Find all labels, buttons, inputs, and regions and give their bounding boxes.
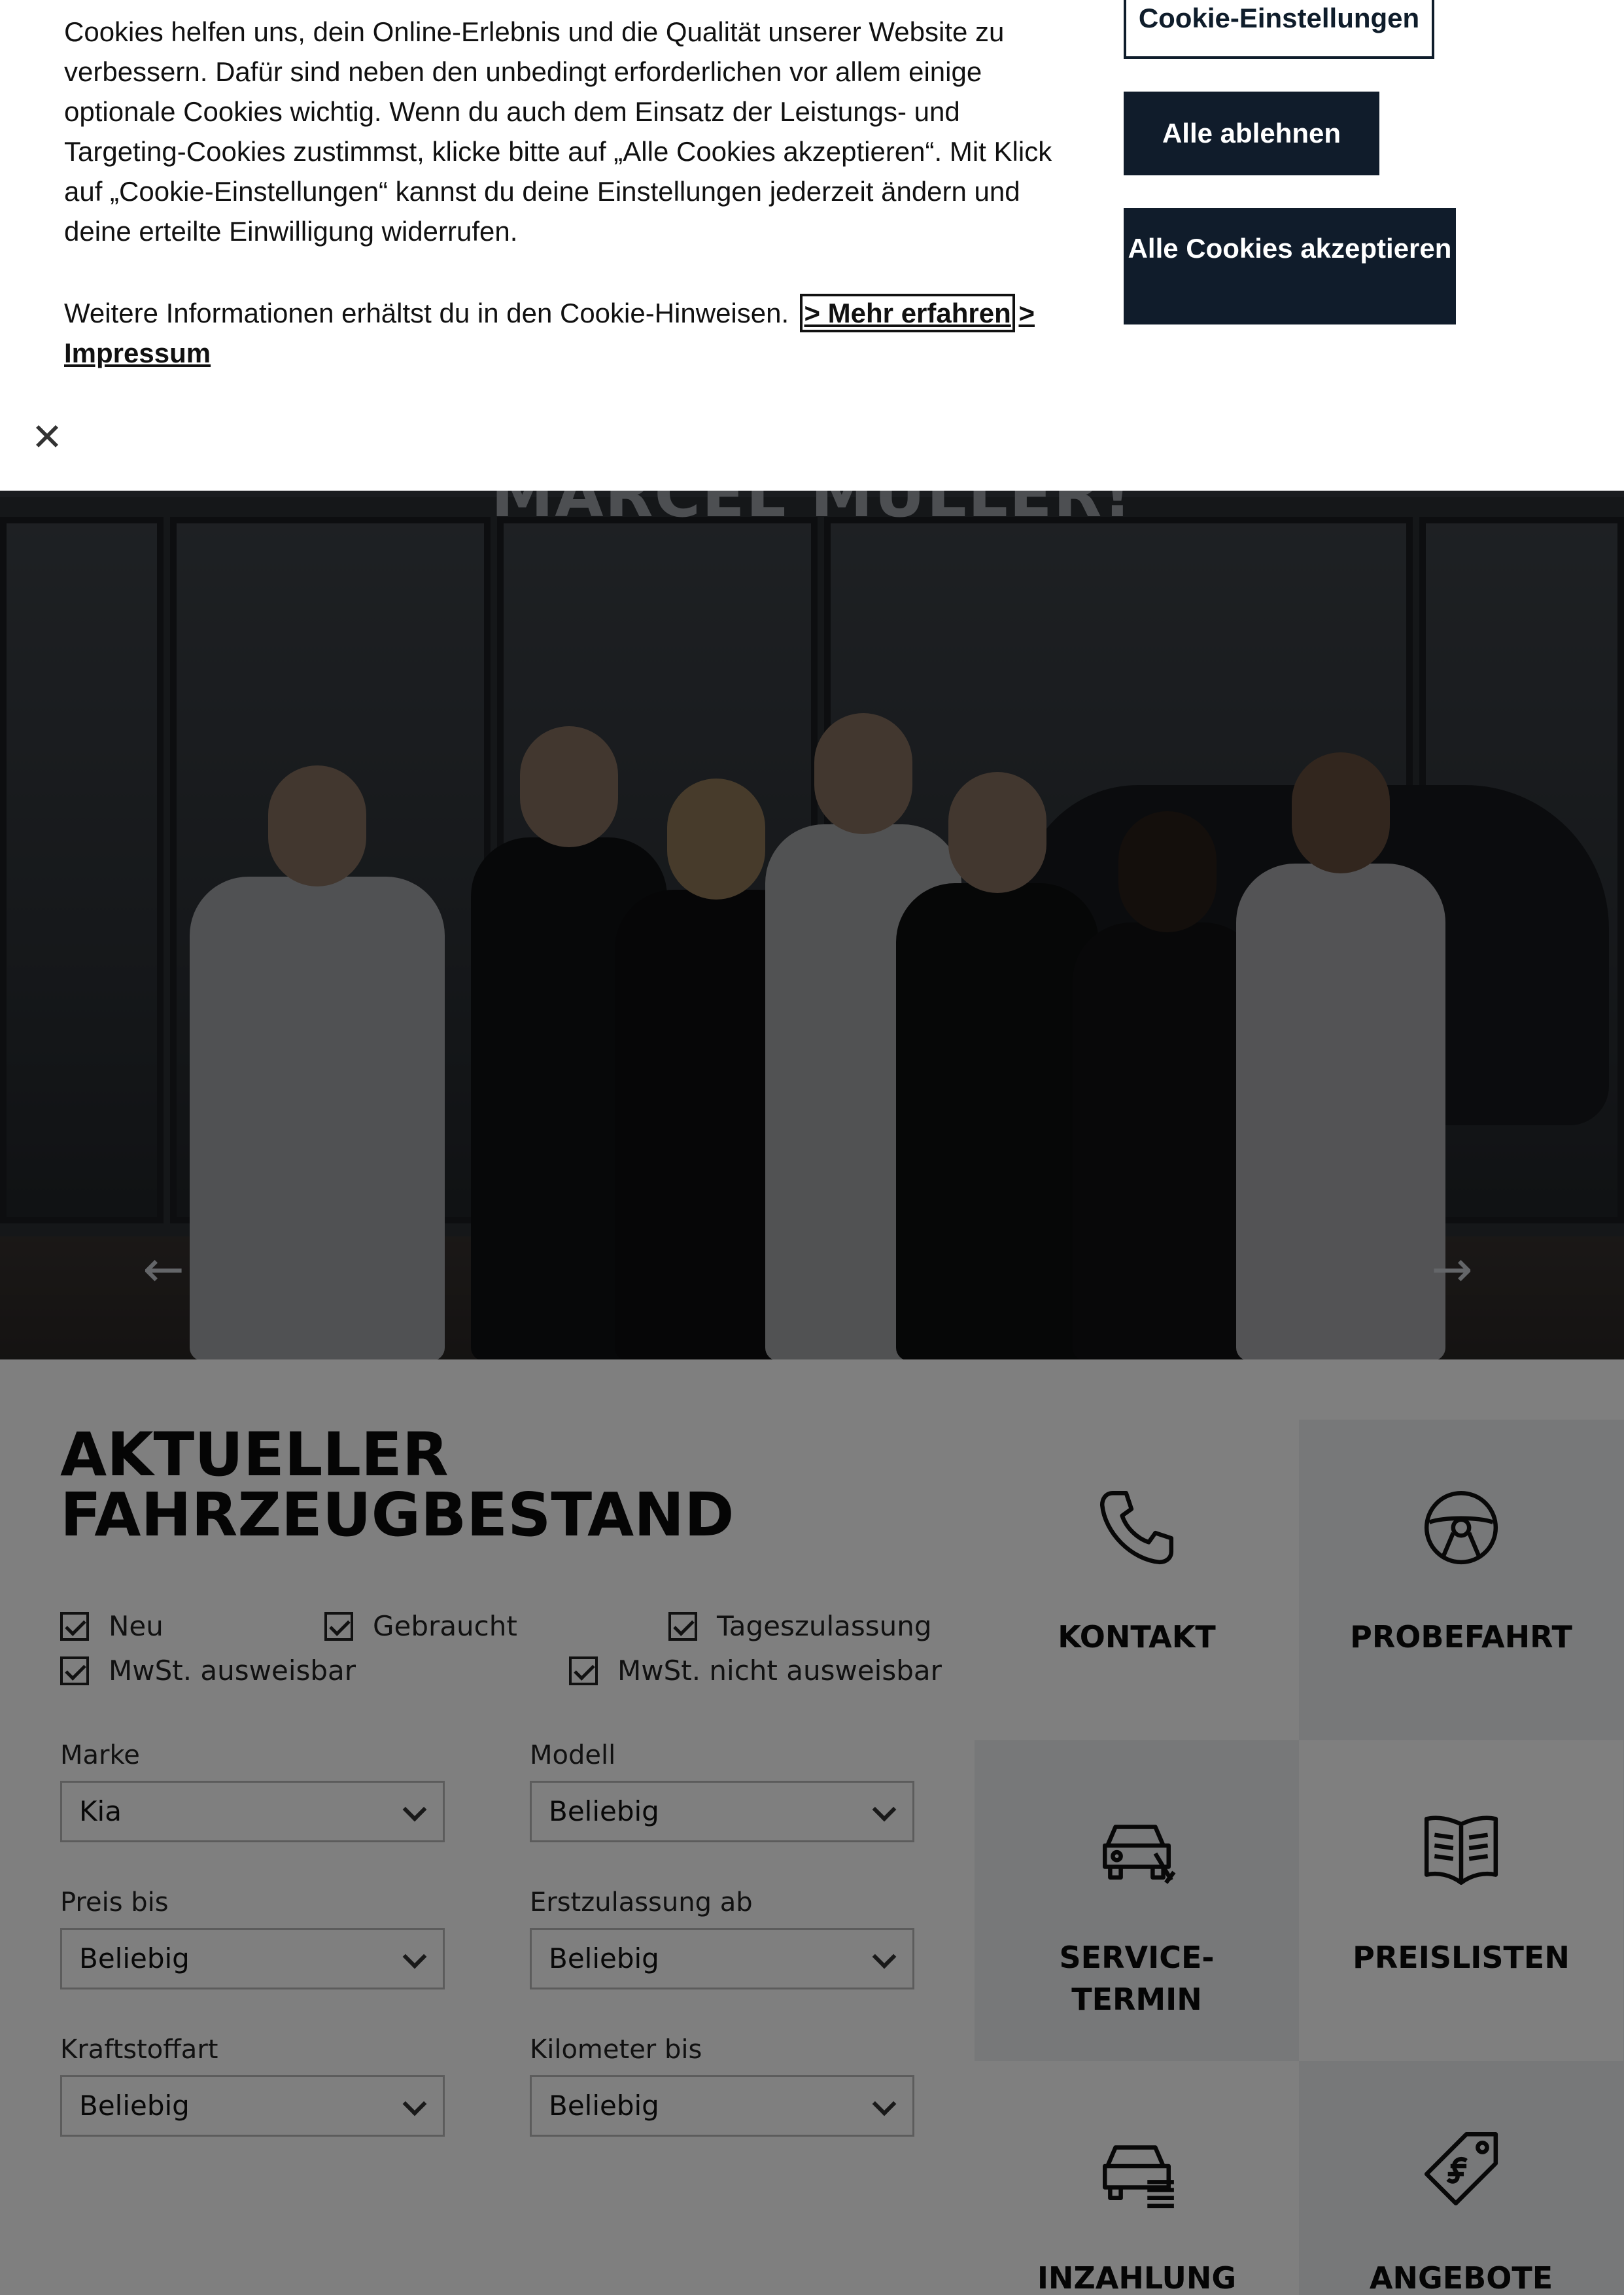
cookie-more-info: Weitere Informationen erhältst du in den… (64, 294, 1035, 368)
close-icon[interactable]: ✕ (29, 418, 65, 456)
cookie-settings-button[interactable]: Cookie-Einstellungen (1124, 0, 1434, 59)
cookie-text: Cookies helfen uns, dein Online-Erlebnis… (64, 16, 1052, 247)
cookie-banner: Cookies helfen uns, dein Online-Erlebnis… (0, 0, 1624, 491)
mehr-erfahren-link[interactable]: > Mehr erfahren (800, 294, 1015, 332)
reject-all-button[interactable]: Alle ablehnen (1124, 92, 1379, 175)
accept-all-button[interactable]: Alle Cookies akzeptieren (1124, 208, 1456, 324)
impressum-arrow[interactable]: > (1018, 298, 1035, 328)
impressum-link[interactable]: Impressum (64, 338, 211, 368)
